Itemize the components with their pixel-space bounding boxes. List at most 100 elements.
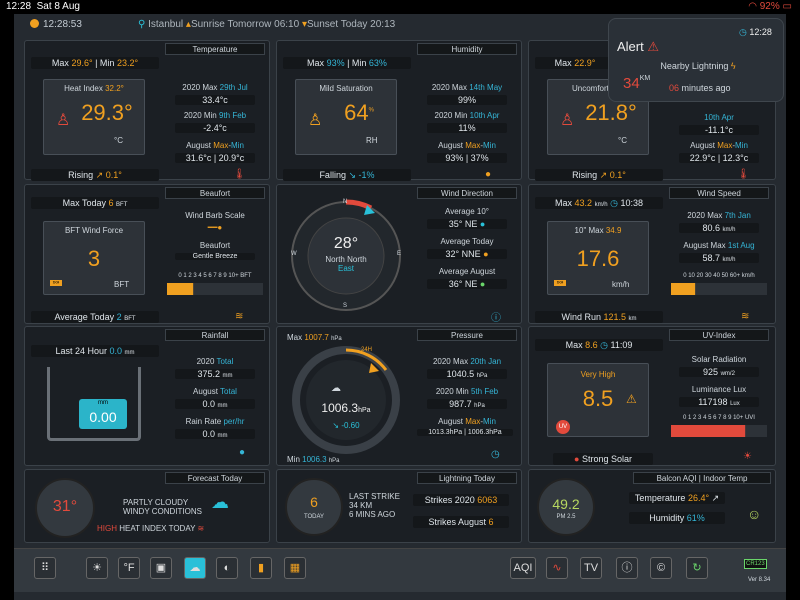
beaufort-bar bbox=[167, 283, 263, 295]
ios-status-bar: 12:28 Sat 8 Aug ◠ 92% ▭ bbox=[0, 0, 800, 14]
wind-direction-card[interactable]: Wind Direction N E S W 28° North North E… bbox=[276, 184, 522, 324]
uv-badge-icon: UV bbox=[556, 420, 570, 434]
chart-icon[interactable]: ▮ bbox=[250, 557, 272, 579]
info-icon[interactable]: ⓘ bbox=[491, 309, 501, 324]
forecast-heat: HIGH HEAT INDEX TODAY ≋ bbox=[97, 524, 205, 533]
rain-aug-label: August Total bbox=[193, 387, 237, 396]
temp-2020-min: -2.4°c bbox=[175, 123, 255, 133]
warning-icon: ⚠ bbox=[626, 392, 637, 406]
avg-today-value: 32° NNE ● bbox=[427, 249, 507, 259]
alert-time: ◷ 12:28 bbox=[739, 27, 772, 37]
pres-2020-max: 1040.5 hPa bbox=[427, 369, 507, 379]
humidity-value: 64% bbox=[344, 100, 374, 125]
pulse-icon[interactable]: ∿ bbox=[546, 557, 568, 579]
humidity-card[interactable]: Humidity Max 93% | Min 63% Mild Saturati… bbox=[276, 40, 522, 181]
temp-month-label: August Max-Min bbox=[186, 141, 244, 150]
forecast-text2: WINDY CONDITIONS bbox=[123, 507, 202, 516]
forecast-temp-circle: 31° bbox=[35, 478, 95, 538]
temperature-card[interactable]: Temperature Max 29.6° | Min 23.2° Heat I… bbox=[24, 40, 270, 181]
humidity-header: Humidity bbox=[417, 43, 517, 55]
lightning-count-circle: 6 TODAY bbox=[285, 478, 343, 536]
moon-icon[interactable]: ◐ bbox=[216, 557, 238, 579]
tv-button[interactable]: TV bbox=[580, 557, 602, 579]
forecast-text1: PARTLY CLOUDY bbox=[123, 498, 189, 507]
wind-barb-icon: ━━● bbox=[207, 223, 223, 232]
lightning-header: Lightning Today bbox=[417, 472, 517, 484]
uv-card[interactable]: UV-Index Max 8.6 ◷ 11:09 Very High 8.5 ⚠… bbox=[528, 326, 776, 466]
fahrenheit-button[interactable]: °F bbox=[118, 557, 140, 579]
lightning-card[interactable]: Lightning Today 6 TODAY LAST STRIKE 34 K… bbox=[276, 469, 522, 543]
forecast-card[interactable]: Forecast Today 31° PARTLY CLOUDY WINDY C… bbox=[24, 469, 270, 543]
indoor-value: 21.8° bbox=[585, 100, 637, 125]
uv-level: Very High bbox=[580, 370, 616, 379]
temperature-value: 29.3° bbox=[81, 100, 133, 125]
strikes-2020: Strikes 2020 6063 bbox=[413, 494, 509, 506]
wind-dir-name: North North bbox=[325, 255, 367, 264]
wind-icon: ≋ bbox=[235, 311, 244, 322]
humidity-max-min: Max 93% | Min 63% bbox=[283, 57, 411, 69]
temperature-unit: °C bbox=[114, 136, 123, 145]
cube-icon[interactable]: ▣ bbox=[150, 557, 172, 579]
lightning-alert-popup[interactable]: Alert ⚠ ◷ 12:28 Nearby Lightning ϟ 34KM … bbox=[608, 18, 784, 102]
last-strike-label: LAST STRIKE bbox=[349, 492, 400, 501]
clock-check-icon: ◷ bbox=[491, 449, 500, 460]
grid-icon[interactable]: ⠿ bbox=[34, 557, 56, 579]
sun-icon[interactable]: ☀ bbox=[86, 557, 108, 579]
aqi-circle: 49.2 PM 2.5 bbox=[537, 478, 595, 536]
indoor-2020-min: -11.1°c bbox=[679, 125, 759, 135]
pres-2020-max-label: 2020 Max 20th Jan bbox=[432, 357, 502, 366]
strong-solar: ● Strong Solar bbox=[553, 453, 653, 465]
indoor-unit: °C bbox=[618, 136, 627, 145]
wind-speed-header: Wind Speed bbox=[669, 187, 769, 199]
bottom-dock: ⠿ ☀ °F ▣ ☁ ◐ ▮ ▦ AQI ∿ TV ⓘ © ↻ CR123 Ve… bbox=[14, 548, 786, 592]
rainfall-card[interactable]: Rainfall Last 24 Hour 0.0 mm mm 0.00 202… bbox=[24, 326, 270, 466]
pressure-card[interactable]: Pressure Max 1007.7 hPa 24H ☁ 1006.3hPa … bbox=[276, 326, 522, 466]
indoor-month-label: August Max-Min bbox=[690, 141, 748, 150]
temp-month-values: 31.6°c | 20.9°c bbox=[175, 153, 255, 163]
beaufort-header: Beaufort bbox=[165, 187, 265, 199]
avg-today-label: Average Today bbox=[440, 237, 494, 246]
avg10-label: Average 10° bbox=[445, 207, 489, 216]
lightning-count: 6 bbox=[310, 494, 318, 510]
aqi-button[interactable]: AQI bbox=[510, 557, 536, 579]
battery-indicator: ◠ 92% ▭ bbox=[748, 1, 792, 12]
refresh-icon[interactable]: ↻ bbox=[686, 557, 708, 579]
wind-speed-card[interactable]: Wind Speed Max 43.2 km/h ◷ 10:38 10" Max… bbox=[528, 184, 776, 324]
beaufort-desc: Gentle Breeze bbox=[175, 253, 255, 260]
temperature-max-min: Max 29.6° | Min 23.2° bbox=[31, 57, 159, 69]
pressure-trend: ↘ -0.60 bbox=[332, 421, 360, 430]
max10: 10" Max 34.9 bbox=[574, 226, 622, 235]
face-icon: ☺ bbox=[747, 506, 762, 522]
aqi-value: 49.2 bbox=[552, 496, 580, 512]
trend-up-icon: ↗ bbox=[95, 170, 104, 180]
pres-aug-values: 1013.3hPa | 1006.3hPa bbox=[417, 429, 513, 436]
wind-icon: ≋ bbox=[741, 311, 750, 322]
location-pin-icon: ⚲ bbox=[138, 19, 146, 30]
avg10-value: 35° NE ● bbox=[427, 219, 507, 229]
hum-month-label: August Max-Min bbox=[438, 141, 496, 150]
aqi-card[interactable]: Balcon AQI | Indoor Temp 49.2 PM 2.5 Tem… bbox=[528, 469, 776, 543]
beaufort-average: Average Today 2 BFT bbox=[31, 311, 159, 323]
last-strike-dist: 34 KM bbox=[349, 501, 373, 510]
bft-unit: BFT bbox=[114, 280, 130, 289]
pressure-header: Pressure bbox=[417, 329, 517, 341]
calendar-icon[interactable]: ▦ bbox=[284, 557, 306, 579]
pres-aug-label: August Max-Min bbox=[438, 417, 496, 426]
lightning-bolt-icon: ϟ bbox=[730, 61, 736, 71]
version: Ver 8.34 bbox=[748, 577, 771, 583]
info-icon[interactable]: ⓘ bbox=[616, 557, 638, 579]
copyright-icon[interactable]: © bbox=[650, 557, 672, 579]
sun-icon: ☀ bbox=[743, 451, 752, 462]
clock: 12:28:53 bbox=[30, 19, 82, 30]
hum-2020-max: 99% bbox=[427, 95, 507, 105]
pressure-value: 1006.3hPa bbox=[321, 401, 371, 415]
person-icon: ♙ bbox=[560, 112, 575, 129]
windspeed-value: 17.6 bbox=[576, 246, 620, 271]
indoor-trend: Rising ↗ 0.1° bbox=[535, 169, 663, 181]
trend-down-icon: ↘ bbox=[348, 170, 357, 180]
rain-2020: 375.2 mm bbox=[175, 369, 255, 379]
cloud-icon[interactable]: ☁ bbox=[184, 557, 206, 579]
beaufort-card[interactable]: Beaufort Max Today 6 BFT BFT Wind Force … bbox=[24, 184, 270, 324]
rain-value: 0.00 bbox=[89, 409, 117, 425]
rain-last24: Last 24 Hour 0.0 mm bbox=[31, 345, 159, 357]
